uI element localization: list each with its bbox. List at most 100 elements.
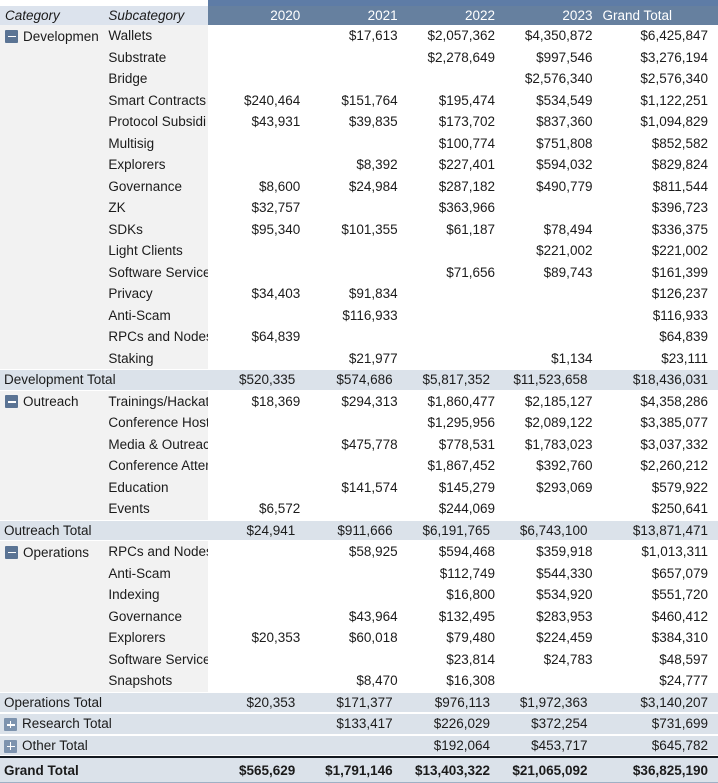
subcategory-label: Protocol Subsidi [103,111,207,133]
table-row: OperationsRPCs and Nodes$58,925$594,468$… [0,541,718,563]
value-cell-2021: $60,018 [305,627,402,649]
value-cell-2022: $112,749 [403,563,500,585]
collapsed-group-label: Other Total [22,738,88,753]
value-cell-2021 [305,47,402,69]
category-label: Developmen [23,29,99,44]
column-header-year-2021[interactable]: 2021 [305,6,402,25]
row-grand-total-cell: $221,002 [597,240,718,262]
value-cell-2021: $116,933 [305,305,402,327]
value-cell-2020 [208,154,305,176]
subcategory-label: Light Clients [103,240,207,262]
row-grand-total-cell: $336,375 [597,219,718,241]
row-grand-total-cell: $2,576,340 [597,68,718,90]
table-row: Explorers$20,353$60,018$79,480$224,459$3… [0,627,718,649]
column-header-grand-total[interactable]: Grand Total [597,6,718,25]
value-cell-2020 [208,47,305,69]
value-cell-2022: $363,966 [403,197,500,219]
group-category-cell[interactable]: Outreach [0,391,103,413]
table-row: Software Services$23,814$24,783$48,597 [0,649,718,671]
column-header-year-2023[interactable]: 2023 [500,6,597,25]
value-cell-2022: $16,800 [403,584,500,606]
value-cell-2020 [208,541,305,563]
table-row: Governance$43,964$132,495$283,953$460,41… [0,606,718,628]
subcategory-label: ZK [103,197,207,219]
minus-icon[interactable] [5,395,18,408]
plus-icon[interactable] [4,718,17,731]
value-cell-2020 [208,25,305,47]
group-subtotal-value-2023: $6,743,100 [500,520,597,542]
value-cell-2023: $4,350,872 [500,25,597,47]
column-header-subcategory[interactable]: Subcategory [103,6,207,25]
value-cell-2020 [208,455,305,477]
value-cell-2023: $490,779 [500,176,597,198]
minus-icon[interactable] [5,30,18,43]
value-cell-2021 [305,649,402,671]
collapsed-grand-total: $645,782 [597,735,718,758]
column-header-category[interactable]: Category [0,6,103,25]
value-cell-2020 [208,133,305,155]
collapsed-value-2023: $453,717 [500,735,597,758]
value-cell-2020: $32,757 [208,197,305,219]
row-grand-total-cell: $126,237 [597,283,718,305]
value-cell-2020 [208,434,305,456]
value-cell-2022: $1,860,477 [403,391,500,413]
subcategory-label: Bridge [103,68,207,90]
subcategory-label: Conference Hosting [103,412,207,434]
category-spacer-cell [0,670,103,692]
table-row: Conference Attendance$1,867,452$392,760$… [0,455,718,477]
value-cell-2020: $6,572 [208,498,305,520]
value-cell-2020 [208,305,305,327]
value-cell-2021 [305,498,402,520]
value-cell-2022 [403,240,500,262]
minus-icon[interactable] [5,546,18,559]
grand-total-label: Grand Total [0,757,208,783]
table-header-row: CategorySubcategory2020202120222023Grand… [0,6,718,25]
subcategory-label: Governance [103,176,207,198]
group-subtotal-label: Outreach Total [0,520,208,542]
value-cell-2021 [305,262,402,284]
group-subtotal-value-2022: $6,191,765 [403,520,500,542]
category-spacer-cell [0,326,103,348]
category-spacer-cell [0,262,103,284]
column-header-year-2020[interactable]: 2020 [208,6,305,25]
pivot-table-container: CategorySubcategory2020202120222023Grand… [0,0,718,729]
value-cell-2022: $71,656 [403,262,500,284]
collapsed-group-label-cell[interactable]: Other Total [0,735,208,758]
value-cell-2021 [305,68,402,90]
group-subtotal-value-2020: $20,353 [208,692,305,714]
table-row: Anti-Scam$112,749$544,330$657,079 [0,563,718,585]
value-cell-2021: $151,764 [305,90,402,112]
value-cell-2022 [403,283,500,305]
value-cell-2021: $91,834 [305,283,402,305]
value-cell-2022 [403,326,500,348]
collapsed-value-2021 [305,735,402,758]
row-grand-total-cell: $384,310 [597,627,718,649]
value-cell-2020 [208,262,305,284]
group-subtotal-grand-total: $3,140,207 [597,692,718,714]
category-spacer-cell [0,584,103,606]
plus-icon[interactable] [4,740,17,753]
value-cell-2021 [305,197,402,219]
table-row: Software Services$71,656$89,743$161,399 [0,262,718,284]
value-cell-2023: $594,032 [500,154,597,176]
value-cell-2020: $240,464 [208,90,305,112]
category-spacer-cell [0,305,103,327]
row-grand-total-cell: $1,013,311 [597,541,718,563]
value-cell-2021: $101,355 [305,219,402,241]
value-cell-2021: $21,977 [305,348,402,370]
group-category-cell[interactable]: Operations [0,541,103,563]
table-row: Anti-Scam$116,933$116,933 [0,305,718,327]
group-subtotal-value-2022: $976,113 [403,692,500,714]
table-row: Bridge$2,576,340$2,576,340 [0,68,718,90]
value-cell-2021 [305,455,402,477]
collapsed-group-label-cell[interactable]: Research Total [0,713,208,735]
value-cell-2021 [305,584,402,606]
group-category-cell[interactable]: Developmen [0,25,103,47]
row-grand-total-cell: $116,933 [597,305,718,327]
category-spacer-cell [0,111,103,133]
category-label: Outreach [23,394,79,409]
subcategory-label: Privacy [103,283,207,305]
category-spacer-cell [0,176,103,198]
subcategory-label: Smart Contracts [103,90,207,112]
column-header-year-2022[interactable]: 2022 [403,6,500,25]
